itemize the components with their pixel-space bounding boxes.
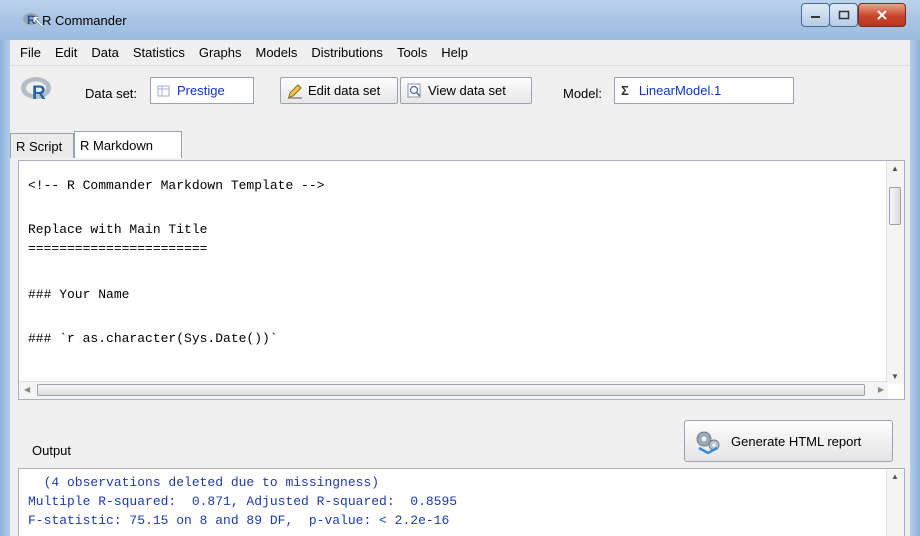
toolbar: R Data set: Prestige Edit data set View …: [10, 67, 910, 117]
scroll-right-arrow-icon[interactable]: ▶: [878, 385, 884, 394]
edit-dataset-label: Edit data set: [308, 83, 381, 98]
editor-line: <!-- R Commander Markdown Template -->: [28, 178, 325, 193]
scroll-left-arrow-icon[interactable]: ◀: [24, 385, 30, 394]
minimize-button[interactable]: [801, 3, 830, 27]
maximize-icon: [838, 10, 849, 20]
menu-help[interactable]: Help: [441, 45, 468, 60]
title-bar: R ↖ R Commander: [0, 0, 920, 40]
edit-dataset-button[interactable]: Edit data set: [280, 77, 398, 104]
tab-r-markdown[interactable]: R Markdown: [74, 131, 182, 158]
maximize-button[interactable]: [829, 3, 858, 27]
gears-icon: [696, 431, 720, 454]
dataset-label: Data set:: [85, 86, 138, 101]
menu-distributions[interactable]: Distributions: [311, 45, 383, 60]
tab-r-markdown-label: R Markdown: [80, 137, 153, 153]
scroll-up-arrow-icon[interactable]: ▲: [891, 472, 899, 481]
scroll-up-arrow-icon[interactable]: ▲: [891, 164, 899, 173]
magnifier-icon: [407, 83, 421, 97]
model-selector[interactable]: Σ LinearModel.1: [614, 77, 794, 104]
menu-file[interactable]: File: [20, 45, 41, 60]
tab-r-script-label: R Script: [16, 138, 63, 154]
editor-line: ### `r as.character(Sys.Date())`: [28, 331, 278, 346]
minimize-icon: [810, 16, 820, 18]
output-line: Multiple R-squared: 0.871, Adjusted R-sq…: [28, 494, 458, 509]
editor-vertical-scrollbar[interactable]: ▲ ▼: [886, 161, 904, 384]
table-icon: [157, 85, 170, 96]
window-frame-left: [0, 40, 10, 536]
output-pane[interactable]: (4 observations deleted due to missingne…: [18, 468, 905, 536]
editor-line: =======================: [28, 241, 208, 256]
view-dataset-label: View data set: [428, 83, 506, 98]
menu-data[interactable]: Data: [91, 45, 118, 60]
view-dataset-button[interactable]: View data set: [400, 77, 532, 104]
menu-bar: File Edit Data Statistics Graphs Models …: [10, 40, 910, 66]
close-button[interactable]: [858, 3, 906, 27]
editor-line: ### Your Name: [28, 287, 130, 302]
window-frame-right: [910, 40, 920, 536]
menu-models[interactable]: Models: [255, 45, 297, 60]
window-title: R Commander: [42, 13, 127, 28]
r-logo-icon: R: [21, 77, 51, 103]
editor-horizontal-scroll-thumb[interactable]: [37, 384, 865, 396]
tab-r-script[interactable]: R Script: [10, 133, 74, 158]
editor-line: Replace with Main Title: [28, 222, 208, 237]
editor-vertical-scroll-thumb[interactable]: [889, 187, 901, 225]
output-vertical-scrollbar[interactable]: ▲: [886, 469, 904, 536]
close-icon: [877, 10, 887, 20]
generate-html-report-label: Generate HTML report: [731, 433, 862, 449]
menu-tools[interactable]: Tools: [397, 45, 427, 60]
sigma-icon: Σ: [621, 83, 629, 98]
scroll-down-arrow-icon[interactable]: ▼: [891, 372, 899, 381]
model-value: LinearModel.1: [638, 83, 722, 98]
markdown-editor[interactable]: <!-- R Commander Markdown Template --> R…: [18, 160, 905, 400]
menu-graphs[interactable]: Graphs: [199, 45, 242, 60]
menu-edit[interactable]: Edit: [55, 45, 77, 60]
pencil-icon: [288, 83, 302, 98]
svg-text:R: R: [32, 83, 46, 103]
dataset-value: Prestige: [177, 83, 225, 98]
editor-horizontal-scrollbar[interactable]: ◀ ▶: [19, 381, 888, 399]
output-line: (4 observations deleted due to missingne…: [28, 475, 380, 490]
dataset-selector[interactable]: Prestige: [150, 77, 254, 104]
output-line: F-statistic: 75.15 on 8 and 89 DF, p-val…: [28, 513, 450, 528]
menu-statistics[interactable]: Statistics: [133, 45, 185, 60]
model-label: Model:: [563, 86, 603, 101]
output-label: Output: [32, 443, 72, 458]
generate-html-report-button[interactable]: Generate HTML report: [684, 420, 893, 462]
